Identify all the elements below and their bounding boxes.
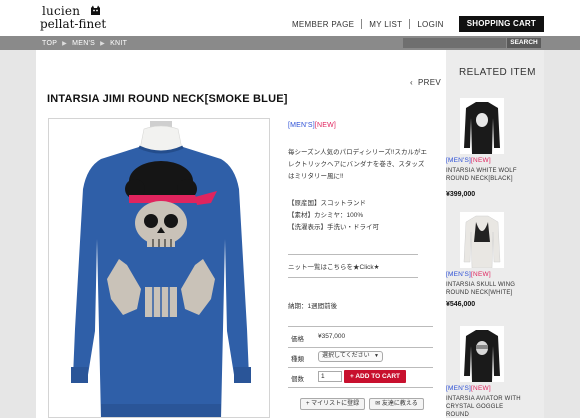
top-navigation: MEMBER PAGE MY LIST LOGIN SHOPPING CART bbox=[285, 16, 580, 32]
knit-list-link[interactable]: ニット一覧はこちらを★Click★ bbox=[288, 261, 379, 271]
qty-row: 個数 1 + ADD TO CART bbox=[288, 369, 433, 385]
divider bbox=[288, 367, 433, 368]
divider bbox=[288, 347, 433, 348]
mail-icon: ✉ bbox=[375, 401, 382, 407]
type-row: 種類 選択してください ▼ bbox=[288, 349, 433, 365]
related-tags: [MEN'S][NEW] bbox=[446, 385, 491, 392]
chevron-left-icon: ‹ bbox=[410, 78, 419, 87]
sweater-thumbnail bbox=[464, 330, 500, 382]
breadcrumb-top[interactable]: TOP bbox=[42, 40, 57, 47]
add-to-cart-label: ADD TO CART bbox=[355, 373, 401, 380]
product-image[interactable] bbox=[48, 118, 270, 418]
secondary-actions: + マイリストに登録 ✉ 友達に教える bbox=[300, 398, 424, 410]
quantity-input[interactable]: 1 bbox=[318, 371, 342, 382]
related-name[interactable]: INTARSIA WHITE WOLF ROUND NECK[BLACK] bbox=[446, 167, 526, 183]
product-tags: [MEN'S][NEW] bbox=[288, 122, 438, 129]
tag-mens: [MEN'S] bbox=[446, 385, 472, 392]
brand-logo[interactable]: lucien pellat-finet bbox=[40, 4, 140, 32]
member-page-link[interactable]: MEMBER PAGE bbox=[285, 20, 361, 29]
sweater-illustration bbox=[71, 121, 251, 417]
product-panel: ‹ PREV INTARSIA JIMI ROUND NECK[SMOKE BL… bbox=[36, 50, 446, 418]
related-image[interactable] bbox=[460, 98, 504, 154]
add-to-mylist-button[interactable]: + マイリストに登録 bbox=[300, 398, 366, 410]
breadcrumb-knit[interactable]: KNIT bbox=[110, 40, 127, 47]
add-to-mylist-label: マイリストに登録 bbox=[311, 401, 360, 407]
search-button[interactable]: SEARCH bbox=[507, 38, 541, 48]
price-label: 価格 bbox=[291, 336, 304, 343]
product-title: INTARSIA JIMI ROUND NECK[SMOKE BLUE] bbox=[47, 93, 288, 105]
sweater-thumbnail bbox=[464, 102, 500, 154]
shopping-cart-button[interactable]: SHOPPING CART bbox=[458, 16, 544, 32]
price-row: 価格 ¥357,000 bbox=[288, 329, 433, 345]
brand-line1: lucien bbox=[42, 4, 81, 18]
chevron-down-icon: ▼ bbox=[374, 353, 379, 359]
cat-logo-icon bbox=[91, 5, 100, 15]
tag-mens: [MEN'S] bbox=[446, 271, 472, 278]
related-price: ¥399,000 bbox=[446, 191, 476, 198]
related-image[interactable] bbox=[460, 326, 504, 382]
sweater-thumbnail bbox=[463, 215, 501, 269]
spec-wash: 【洗濯表示】手洗い・ドライ可 bbox=[288, 224, 379, 231]
related-tags: [MEN'S][NEW] bbox=[446, 271, 491, 278]
brand-line2: pellat-finet bbox=[40, 17, 107, 31]
tag-new: [NEW] bbox=[471, 271, 491, 278]
my-list-link[interactable]: MY LIST bbox=[362, 20, 409, 29]
tag-mens: [MEN'S] bbox=[288, 122, 315, 129]
type-label: 種類 bbox=[291, 356, 304, 363]
breadcrumb-bar: TOP ▶ MEN'S ▶ KNIT SEARCH bbox=[0, 36, 580, 50]
related-name[interactable]: INTARSIA AVIATOR WITH CRYSTAL GOGGLE ROU… bbox=[446, 395, 526, 418]
divider bbox=[288, 254, 418, 255]
breadcrumb-mens[interactable]: MEN'S bbox=[72, 40, 95, 47]
tag-mens: [MEN'S] bbox=[446, 157, 472, 164]
type-select[interactable]: 選択してください ▼ bbox=[318, 351, 383, 362]
related-items-sidebar: RELATED ITEM [MEN'S][NEW] INTARSIA WHITE… bbox=[446, 50, 544, 418]
add-to-cart-button[interactable]: + ADD TO CART bbox=[344, 370, 406, 383]
chevron-right-icon: ▶ bbox=[100, 40, 106, 47]
qty-label: 個数 bbox=[291, 376, 304, 383]
breadcrumb: TOP ▶ MEN'S ▶ KNIT bbox=[42, 36, 127, 50]
related-image[interactable] bbox=[460, 212, 504, 269]
tag-new: [NEW] bbox=[471, 385, 491, 392]
tag-new: [NEW] bbox=[314, 122, 337, 129]
related-name[interactable]: INTARSIA SKULL WING ROUND NECK[WHITE] bbox=[446, 281, 526, 297]
type-select-value: 選択してください bbox=[322, 353, 370, 359]
login-link[interactable]: LOGIN bbox=[410, 20, 450, 29]
product-specs: 【原産国】スコットランド 【素材】カシミヤ：100% 【洗濯表示】手洗い・ドライ… bbox=[288, 198, 379, 234]
divider bbox=[288, 326, 433, 327]
related-price: ¥546,000 bbox=[446, 301, 476, 308]
delivery-time: 納期：1週間前後 bbox=[288, 303, 338, 310]
prev-label: PREV bbox=[418, 78, 442, 87]
related-tags: [MEN'S][NEW] bbox=[446, 157, 491, 164]
spec-material: 【素材】カシミヤ：100% bbox=[288, 212, 364, 219]
chevron-right-icon: ▶ bbox=[62, 40, 68, 47]
divider bbox=[288, 387, 433, 388]
divider bbox=[288, 277, 418, 278]
spec-origin: 【原産国】スコットランド bbox=[288, 200, 366, 207]
site-header: lucien pellat-finet MEMBER PAGE MY LIST … bbox=[0, 0, 580, 36]
prev-link[interactable]: ‹ PREV bbox=[410, 78, 441, 87]
price-value: ¥357,000 bbox=[318, 333, 346, 340]
tag-new: [NEW] bbox=[471, 157, 491, 164]
tell-friend-button[interactable]: ✉ 友達に教える bbox=[369, 398, 424, 410]
related-title: RELATED ITEM bbox=[459, 67, 536, 78]
search-input[interactable] bbox=[403, 38, 506, 48]
tell-friend-label: 友達に教える bbox=[381, 401, 418, 407]
product-description: 毎シーズン人気のパロディシリーズ!!スカルがエレクトリックヘアにバンダナを巻き、… bbox=[288, 149, 428, 180]
